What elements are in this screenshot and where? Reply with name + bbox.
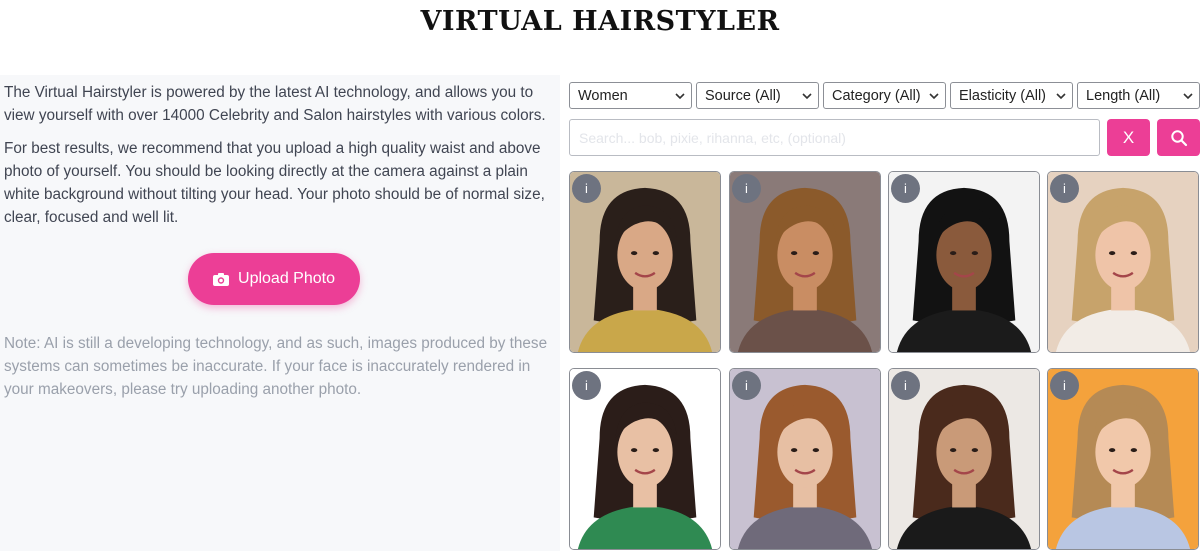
info-button[interactable]: i — [732, 174, 761, 203]
note-text: Note: AI is still a developing technolog… — [4, 335, 548, 398]
info-button[interactable]: i — [572, 174, 601, 203]
category-select-value: Category (All) — [832, 87, 921, 104]
info-button[interactable]: i — [1050, 174, 1079, 203]
search-input[interactable] — [569, 119, 1100, 156]
hairstyle-card[interactable]: i — [569, 171, 721, 353]
chevron-down-icon — [1056, 93, 1066, 100]
length-select[interactable]: Length (All) — [1077, 82, 1200, 109]
source-select-value: Source (All) — [705, 87, 781, 104]
chevron-down-icon — [929, 93, 939, 100]
hairstyle-card[interactable]: i — [729, 171, 881, 353]
hairstyle-card[interactable]: i — [1047, 171, 1199, 353]
upload-photo-label: Upload Photo — [238, 270, 335, 287]
tips-text: For best results, we recommend that you … — [4, 140, 545, 226]
search-button[interactable] — [1157, 119, 1200, 156]
magnifier-icon — [1170, 129, 1187, 146]
chevron-down-icon — [802, 93, 812, 100]
clear-search-label: X — [1122, 127, 1135, 147]
elasticity-select[interactable]: Elasticity (All) — [950, 82, 1073, 109]
info-button[interactable]: i — [732, 371, 761, 400]
chevron-down-icon — [1183, 93, 1193, 100]
camera-icon — [213, 273, 230, 286]
info-button[interactable]: i — [572, 371, 601, 400]
hairstyle-card[interactable]: i — [1047, 368, 1199, 550]
clear-search-button[interactable]: X — [1107, 119, 1150, 156]
page-title: VIRTUAL HAIRSTYLER — [420, 6, 780, 37]
chevron-down-icon — [675, 93, 685, 100]
gender-select-value: Women — [578, 87, 628, 104]
length-select-value: Length (All) — [1086, 87, 1161, 104]
upload-photo-button[interactable]: Upload Photo — [188, 253, 360, 305]
info-button[interactable]: i — [1050, 371, 1079, 400]
filter-bar: Women Source (All) Category (All) Elasti… — [569, 82, 1200, 109]
info-button[interactable]: i — [891, 174, 920, 203]
elasticity-select-value: Elasticity (All) — [959, 87, 1047, 104]
hairstyle-card[interactable]: i — [729, 368, 881, 550]
search-row: X — [569, 119, 1200, 156]
hairstyle-card[interactable]: i — [888, 171, 1040, 353]
hairstyle-card[interactable]: i — [888, 368, 1040, 550]
hairstyle-card[interactable]: i — [569, 368, 721, 550]
intro-text: The Virtual Hairstyler is powered by the… — [4, 84, 546, 124]
hairstyle-grid: i i i i i i i i — [569, 171, 1200, 551]
description-panel: The Virtual Hairstyler is powered by the… — [0, 75, 560, 551]
gender-select[interactable]: Women — [569, 82, 692, 109]
info-button[interactable]: i — [891, 371, 920, 400]
source-select[interactable]: Source (All) — [696, 82, 819, 109]
upload-wrapper: Upload Photo — [4, 253, 556, 305]
category-select[interactable]: Category (All) — [823, 82, 946, 109]
